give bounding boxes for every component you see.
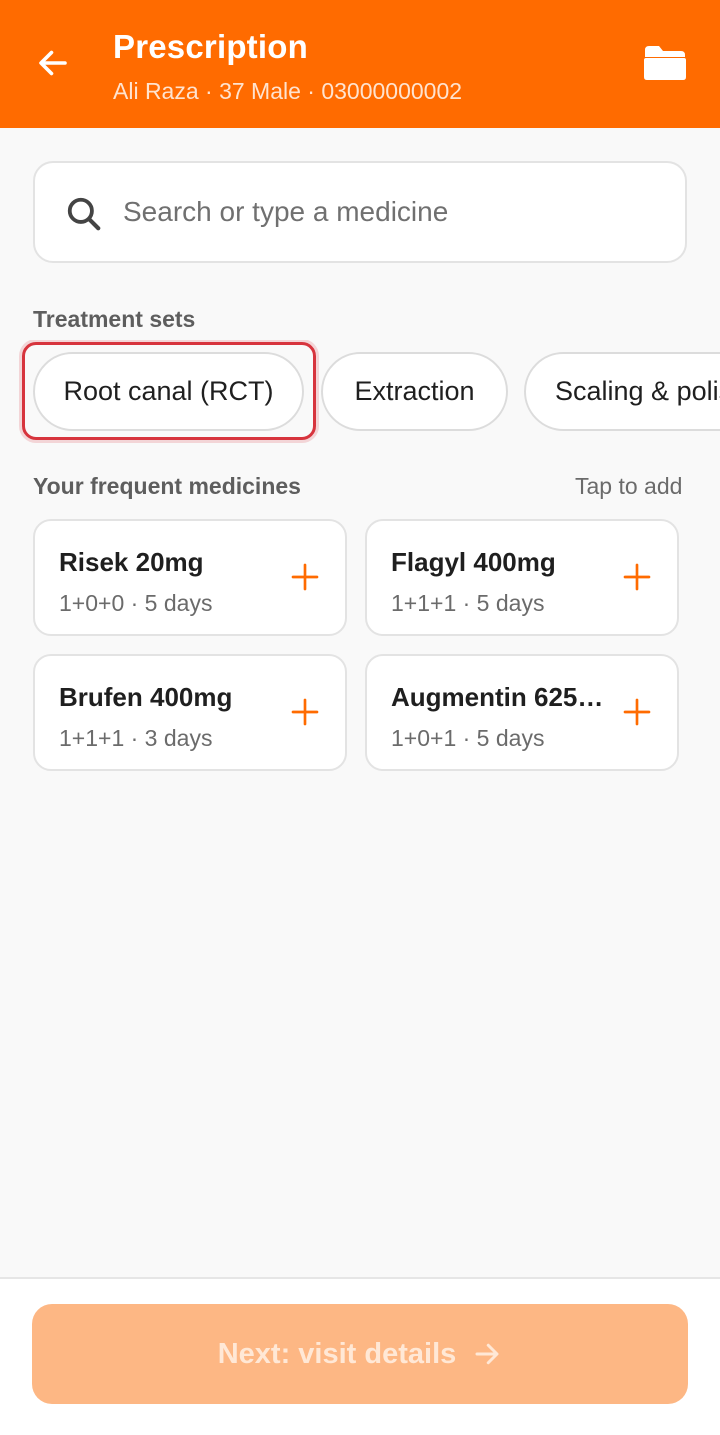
medicine-dose: 1+0+1 · 5 days [391,725,545,751]
plus-icon[interactable] [289,696,321,728]
plus-icon[interactable] [289,561,321,593]
bottom-action-bar: Next: visit details [0,1277,720,1435]
treatment-sets-row: Root canal (RCT) Extraction Scaling & po… [0,340,720,444]
tap-to-add-hint: Tap to add [575,473,683,499]
chip-scaling-polishing[interactable]: Scaling & polishing [524,352,720,431]
chip-extraction[interactable]: Extraction [321,352,508,431]
medicine-dose: 1+0+0 · 5 days [59,590,213,616]
page-title: Prescription [113,28,308,65]
medicine-card-brufen[interactable]: Brufen 400mg 1+1+1 · 3 days [33,654,347,771]
medicine-card-risek[interactable]: Risek 20mg 1+0+0 · 5 days [33,519,347,636]
next-visit-details-button[interactable]: Next: visit details [32,1304,688,1404]
treatment-sets-label: Treatment sets [33,306,196,332]
medicine-name: Augmentin 625mg [391,682,611,712]
arrow-left-icon [39,50,67,76]
medicine-card-augmentin[interactable]: Augmentin 625mg 1+0+1 · 5 days [365,654,679,771]
folder-icon [644,46,686,80]
back-button[interactable] [28,38,78,88]
medicine-dose: 1+1+1 · 5 days [391,590,545,616]
chip-root-canal[interactable]: Root canal (RCT) [33,352,304,431]
search-icon [67,197,101,231]
medicine-search-box[interactable] [33,161,687,263]
records-folder-button[interactable] [636,36,694,90]
plus-icon[interactable] [621,561,653,593]
arrow-right-icon [475,1343,499,1365]
next-button-label: Next: visit details [217,1337,457,1370]
medicine-name: Risek 20mg [59,547,204,577]
patient-info: Ali Raza · 37 Male · 03000000002 [113,78,463,104]
app-header: Prescription Ali Raza · 37 Male · 030000… [0,0,720,128]
search-input[interactable] [123,163,663,261]
medicine-dose: 1+1+1 · 3 days [59,725,213,751]
plus-icon[interactable] [621,696,653,728]
medicine-name: Brufen 400mg [59,682,233,712]
medicine-name: Flagyl 400mg [391,547,556,577]
medicine-card-flagyl[interactable]: Flagyl 400mg 1+1+1 · 5 days [365,519,679,636]
frequent-medicines-label: Your frequent medicines [33,473,301,499]
